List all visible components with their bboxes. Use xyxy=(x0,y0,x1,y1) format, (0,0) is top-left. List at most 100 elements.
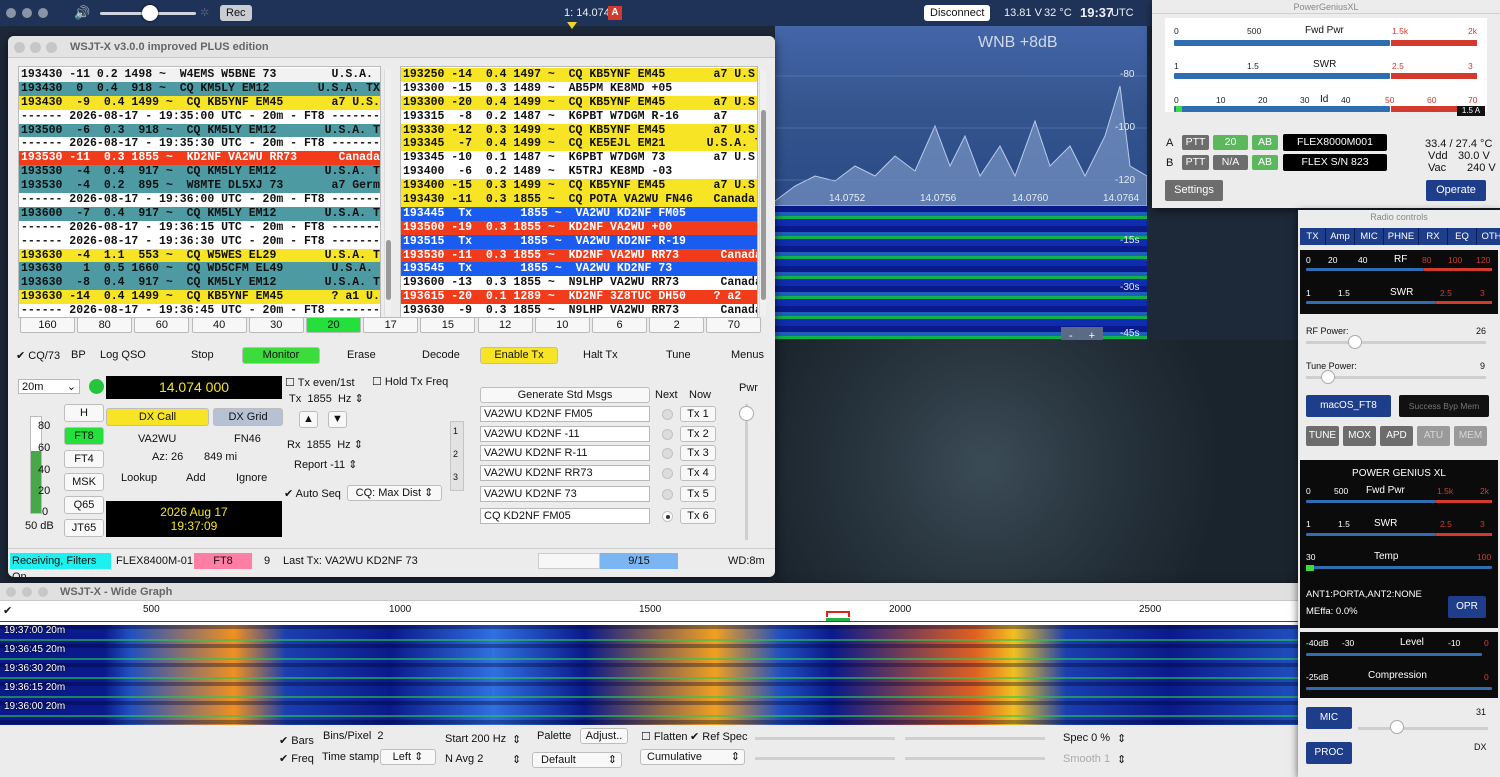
tab-tx[interactable]: TX xyxy=(1300,228,1326,245)
decode-row[interactable]: 193300 -15 0.3 1489 ~ AB5PM KE8MD +05 xyxy=(401,81,757,96)
tx-message-2[interactable]: VA2WU KD2NF -11 xyxy=(480,425,650,442)
stepper-icon[interactable]: ⇕ xyxy=(348,459,357,471)
proc-button[interactable]: PROC xyxy=(1306,742,1352,764)
ab-a-button[interactable]: AB xyxy=(1252,135,1278,150)
band-button-70[interactable]: 70 xyxy=(706,317,762,333)
band-button-20[interactable]: 20 xyxy=(306,317,361,333)
freq-checkbox[interactable]: ✔ Freq xyxy=(279,752,314,765)
stop-button[interactable]: Stop xyxy=(191,349,214,361)
decode-row[interactable]: 193600 -13 0.3 1855 ~ N9LHP VA2WU RR73 C… xyxy=(401,276,757,291)
next-radio-4[interactable] xyxy=(662,467,673,479)
zoom-window-icon[interactable] xyxy=(46,42,57,53)
down-arrow-button[interactable]: ▼ xyxy=(328,411,347,428)
band-button-60[interactable]: 60 xyxy=(134,317,190,333)
tx-button-4[interactable]: Tx 4 xyxy=(680,464,716,481)
stepper-icon[interactable]: ⇕ xyxy=(1117,732,1126,745)
decode-row[interactable]: 193530 -11 0.3 1855 ~ KD2NF VA2WU RR73 C… xyxy=(401,248,757,263)
decode-row[interactable]: ------ 2026-08-17 - 19:35:00 UTC - 20m -… xyxy=(19,109,380,124)
erase-button[interactable]: Erase xyxy=(347,349,376,361)
timestamp-select[interactable]: Left ⇕ xyxy=(380,749,436,765)
tune-button[interactable]: TUNE xyxy=(1306,426,1339,446)
mem-button[interactable]: MEM xyxy=(1454,426,1487,446)
decode-row[interactable]: ------ 2026-08-17 - 19:36:30 UTC - 20m -… xyxy=(19,234,380,249)
tx-button-5[interactable]: Tx 5 xyxy=(680,486,716,503)
opr-button[interactable]: OPR xyxy=(1448,596,1486,618)
zero-slider[interactable] xyxy=(905,737,1045,740)
rf-power-knob[interactable] xyxy=(1348,335,1362,349)
mic-button[interactable]: MIC xyxy=(1306,707,1352,729)
next-radio-1[interactable] xyxy=(662,409,673,420)
band-button-30[interactable]: 30 xyxy=(248,317,304,333)
decode-row[interactable]: 193400 -6 0.2 1489 ~ K5TRJ KE8MD -03 xyxy=(401,165,757,180)
palette-select[interactable]: Default ⇕ xyxy=(532,752,622,768)
mode-button-h[interactable]: H xyxy=(64,404,104,422)
tab-1[interactable]: 1 xyxy=(453,426,458,436)
close-window-icon[interactable] xyxy=(6,587,16,597)
mode-button-ft8[interactable]: FT8 xyxy=(64,427,104,445)
generate-std-msgs-button[interactable]: Generate Std Msgs xyxy=(480,387,650,403)
auto-seq-checkbox[interactable]: ✔ Auto Seq xyxy=(284,487,341,500)
mode-button-q65[interactable]: Q65 xyxy=(64,496,104,514)
tab-oth[interactable]: OTH xyxy=(1477,228,1500,245)
tx-message-1[interactable]: VA2WU KD2NF FM05 xyxy=(480,406,650,422)
scrollbar-thumb[interactable] xyxy=(386,240,391,300)
apd-button[interactable]: APD xyxy=(1380,426,1413,446)
bins-pixel-field[interactable]: Bins/Pixel 2 xyxy=(323,730,384,742)
decode-row[interactable]: 193630 -4 1.1 553 ~ CQ W5WES EL29 U.S.A.… xyxy=(19,248,380,263)
tx-button-6[interactable]: Tx 6 xyxy=(680,508,716,524)
tx-button-3[interactable]: Tx 3 xyxy=(680,445,716,462)
decode-row[interactable]: 193615 -20 0.1 1289 ~ KD2NF 3Z8TUC DH50 … xyxy=(401,290,757,305)
zoom-window-icon[interactable] xyxy=(38,587,48,597)
decode-row[interactable]: 193430 -11 0.2 1498 ~ W4EMS W5BNE 73 U.S… xyxy=(19,68,380,82)
decode-button[interactable]: Decode xyxy=(422,349,460,361)
stepper-icon[interactable]: ⇕ xyxy=(512,753,521,766)
decode-row[interactable]: 193545 Tx 1855 ~ VA2WU KD2NF 73 xyxy=(401,262,757,277)
bars-checkbox[interactable]: ✔ Bars xyxy=(279,734,314,747)
band-button-15[interactable]: 15 xyxy=(420,317,476,333)
band-button-80[interactable]: 80 xyxy=(77,317,133,333)
tab-amp[interactable]: Amp xyxy=(1326,228,1355,245)
tx-message-6[interactable]: CQ KD2NF FM05 xyxy=(480,508,650,524)
decode-row[interactable]: 193630 -8 0.4 917 ~ CQ KM5LY EM12 U.S.A.… xyxy=(19,276,380,291)
minimize-window-icon[interactable] xyxy=(22,587,32,597)
disconnect-button[interactable]: Disconnect xyxy=(924,5,991,21)
tx-even-checkbox[interactable]: ☐ Tx even/1st xyxy=(285,376,355,389)
settings-button[interactable]: Settings xyxy=(1165,180,1223,201)
stepper-icon[interactable]: ⇕ xyxy=(354,393,363,405)
cq73-checkbox[interactable]: ✔ CQ/73 xyxy=(16,349,60,362)
close-window-icon[interactable] xyxy=(14,42,25,53)
mic-level-slider[interactable] xyxy=(1358,727,1488,730)
decode-row[interactable]: 193315 -8 0.2 1487 ~ K6PBT W7DGM R-16 a7 xyxy=(401,109,757,124)
stepper-icon[interactable]: ⇕ xyxy=(512,733,521,746)
lookup-button[interactable]: Lookup xyxy=(121,472,157,484)
band-button-2[interactable]: 2 xyxy=(649,317,705,333)
decode-row[interactable]: 193630 1 0.5 1660 ~ CQ WD5CFM EL49 U.S.A… xyxy=(19,262,380,277)
start-hz-field[interactable]: Start 200 Hz xyxy=(445,733,506,745)
tab-rx[interactable]: RX xyxy=(1419,228,1448,245)
decode-row[interactable]: 193500 -6 0.3 918 ~ CQ KM5LY EM12 U.S.A.… xyxy=(19,123,380,138)
decode-row[interactable]: 193300 -20 0.4 1499 ~ CQ KB5YNF EM45 a7 … xyxy=(401,95,757,110)
gain-slider[interactable] xyxy=(755,737,895,740)
pwr-slider[interactable] xyxy=(745,404,748,540)
panadapter-waterfall[interactable]: -15s -30s -45s - + xyxy=(775,206,1147,346)
ptt-a-button[interactable]: PTT xyxy=(1182,135,1209,150)
tx-button-1[interactable]: Tx 1 xyxy=(680,406,716,422)
decode-row[interactable]: 193400 -15 0.3 1499 ~ CQ KB5YNF EM45 a7 … xyxy=(401,179,757,194)
decode-row[interactable]: 193445 Tx 1855 ~ VA2WU KD2NF FM05 xyxy=(401,206,757,221)
decode-row[interactable]: 193345 -7 0.4 1499 ~ CQ KE5EJL EM21 U.S.… xyxy=(401,137,757,152)
decode-row[interactable]: 193530 -4 0.4 917 ~ CQ KM5LY EM12 U.S.A.… xyxy=(19,165,380,180)
band-activity-list[interactable]: 193430 -11 0.2 1498 ~ W4EMS W5BNE 73 U.S… xyxy=(18,66,381,318)
decode-row[interactable]: 193330 -12 0.3 1499 ~ CQ KB5YNF EM45 a7 … xyxy=(401,123,757,138)
next-radio-6[interactable] xyxy=(662,511,673,522)
hold-tx-freq-checkbox[interactable]: ☐ Hold Tx Freq xyxy=(372,375,448,388)
add-button[interactable]: Add xyxy=(186,472,206,484)
frequency-scale[interactable]: ✔ 500 1000 1500 2000 2500 xyxy=(0,601,1300,625)
tune-button[interactable]: Tune xyxy=(666,349,691,361)
decode-row[interactable]: 193530 -4 0.2 895 ~ W8MTE DL5XJ 73 a7 Ge… xyxy=(19,179,380,194)
operate-button[interactable]: Operate xyxy=(1426,180,1486,201)
band-button-160[interactable]: 160 xyxy=(20,317,75,333)
band-button-10[interactable]: 10 xyxy=(534,317,590,333)
dx-grid-button[interactable]: DX Grid xyxy=(213,408,283,426)
mox-button[interactable]: MOX xyxy=(1343,426,1376,446)
next-radio-5[interactable] xyxy=(662,489,673,501)
